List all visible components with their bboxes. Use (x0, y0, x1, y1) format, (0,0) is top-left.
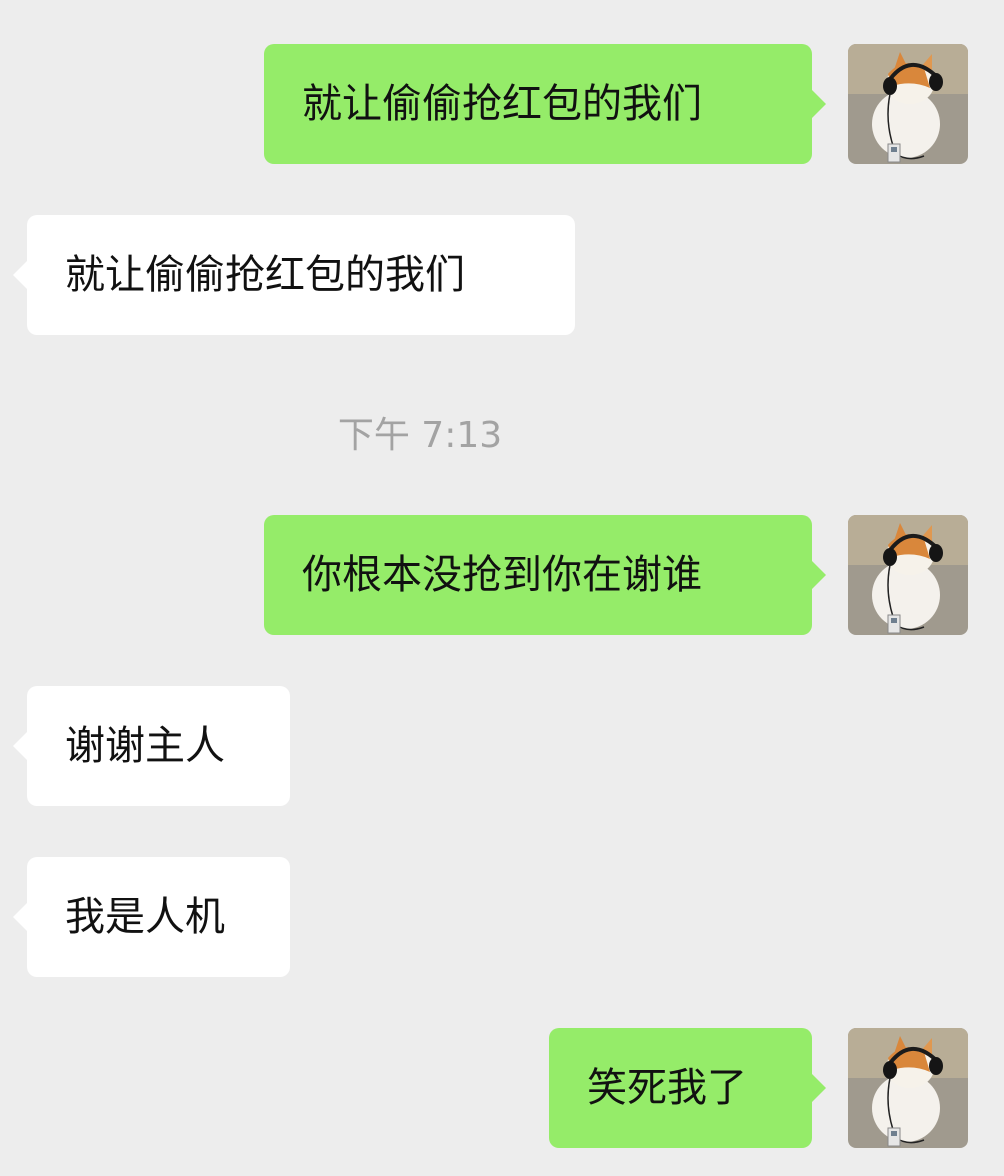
cat-with-headphones-avatar-icon (848, 1028, 968, 1148)
incoming-message-bubble[interactable]: 我是人机 (13, 857, 290, 977)
chat-message-list[interactable]: 就让偷偷抢红包的我们 就让偷偷抢红包的我们 下午 7:13 你根本没抢到你在谢谁 (0, 0, 1004, 1176)
message-text: 我是人机 (65, 894, 225, 940)
message-text: 谢谢主人 (65, 723, 225, 769)
message-text: 就让偷偷抢红包的我们 (302, 81, 702, 127)
incoming-message-bubble[interactable]: 就让偷偷抢红包的我们 (13, 215, 575, 335)
outgoing-message-bubble[interactable]: 你根本没抢到你在谢谁 (264, 515, 826, 635)
message-timestamp: 下午 7:13 (337, 415, 503, 456)
message-text: 你根本没抢到你在谢谁 (302, 552, 702, 598)
cat-with-headphones-avatar-icon (848, 515, 968, 635)
incoming-message-bubble[interactable]: 谢谢主人 (13, 686, 290, 806)
self-avatar[interactable] (848, 1028, 968, 1148)
message-text: 笑死我了 (587, 1065, 747, 1111)
self-avatar[interactable] (848, 515, 968, 635)
outgoing-message-bubble[interactable]: 笑死我了 (549, 1028, 826, 1148)
cat-with-headphones-avatar-icon (848, 44, 968, 164)
outgoing-message-bubble[interactable]: 就让偷偷抢红包的我们 (264, 44, 826, 164)
self-avatar[interactable] (848, 44, 968, 164)
message-text: 就让偷偷抢红包的我们 (65, 252, 465, 298)
